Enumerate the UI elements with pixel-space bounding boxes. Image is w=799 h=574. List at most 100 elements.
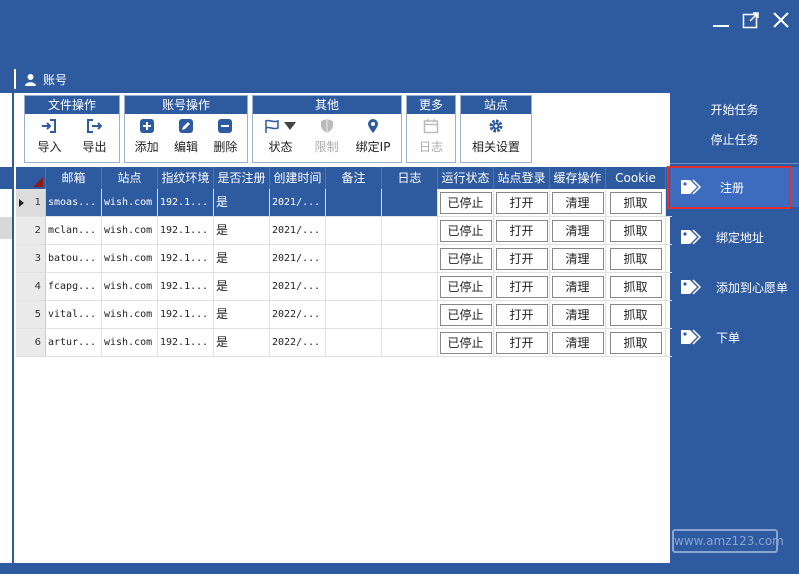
col-header-cache[interactable]: 缓存操作 xyxy=(550,167,606,189)
current-row-arrow-icon xyxy=(19,199,24,207)
col-header-registered[interactable]: 是否注册 xyxy=(214,167,270,189)
status-dropdown-button[interactable]: 状态 xyxy=(260,118,302,155)
cell-run-status: 已停止 xyxy=(438,329,494,356)
run-status-button[interactable]: 已停止 xyxy=(439,331,492,354)
grab-cookie-button[interactable]: 抓取 xyxy=(609,247,662,270)
task-sidebar: 开始任务 停止任务 注册 绑定地址 添加到心愿单 下单 xyxy=(670,93,799,563)
row-header[interactable]: 6 xyxy=(16,329,46,356)
table-row[interactable]: 2 mclan... wish.com 192.1... 是 2021/... … xyxy=(16,217,672,245)
export-button[interactable]: 导出 xyxy=(78,118,110,155)
col-header-site-login[interactable]: 站点登录 xyxy=(494,167,550,189)
cell-registered: 是 xyxy=(214,273,270,300)
cell-fingerprint: 192.1... xyxy=(158,329,214,356)
clear-cache-button[interactable]: 清理 xyxy=(551,219,604,242)
col-header-fingerprint[interactable]: 指纹环境 xyxy=(158,167,214,189)
edit-button[interactable]: 编辑 xyxy=(170,118,202,155)
cell-note xyxy=(326,189,382,216)
limit-label: 限制 xyxy=(314,140,339,154)
import-icon xyxy=(42,119,57,133)
col-header-note[interactable]: 备注 xyxy=(326,167,382,189)
sidebar-item-place-order[interactable]: 下单 xyxy=(670,317,799,357)
cell-fingerprint: 192.1... xyxy=(158,189,214,216)
toolbar: 文件操作 导入 导出 账号操作 添加 编辑 删除 其他 状态 限制 绑定IP 更… xyxy=(16,95,672,163)
open-site-button[interactable]: 打开 xyxy=(495,219,548,242)
grab-cookie-button[interactable]: 抓取 xyxy=(609,191,662,214)
start-task-button[interactable]: 开始任务 xyxy=(670,95,799,125)
cell-cookie: 抓取 xyxy=(606,301,666,328)
log-label: 日志 xyxy=(418,140,443,154)
open-site-button[interactable]: 打开 xyxy=(495,331,548,354)
grid-header: 邮箱 站点 指纹环境 是否注册 创建时间 备注 日志 运行状态 站点登录 缓存操… xyxy=(16,167,672,189)
grab-cookie-button[interactable]: 抓取 xyxy=(609,303,662,326)
clear-cache-button[interactable]: 清理 xyxy=(551,331,604,354)
clear-cache-button[interactable]: 清理 xyxy=(551,275,604,298)
table-row[interactable]: 5 vital... wish.com 192.1... 是 2022/... … xyxy=(16,301,672,329)
account-label: 账号 xyxy=(43,72,68,87)
limit-button[interactable]: 限制 xyxy=(311,118,343,155)
grab-cookie-button[interactable]: 抓取 xyxy=(609,331,662,354)
open-site-button[interactable]: 打开 xyxy=(495,275,548,298)
minus-icon xyxy=(218,119,233,133)
cell-site-login: 打开 xyxy=(494,329,550,356)
minimize-icon[interactable] xyxy=(711,10,731,30)
row-header[interactable]: 1 xyxy=(16,189,46,216)
log-button[interactable]: 日志 xyxy=(415,118,447,155)
cell-cookie: 抓取 xyxy=(606,217,666,244)
row-header[interactable]: 4 xyxy=(16,273,46,300)
clear-cache-button[interactable]: 清理 xyxy=(551,247,604,270)
clear-cache-button[interactable]: 清理 xyxy=(551,191,604,214)
stop-task-button[interactable]: 停止任务 xyxy=(670,125,799,155)
cell-cookie: 抓取 xyxy=(606,273,666,300)
add-button[interactable]: 添加 xyxy=(131,118,163,155)
grab-cookie-button[interactable]: 抓取 xyxy=(609,275,662,298)
open-site-button[interactable]: 打开 xyxy=(495,191,548,214)
sidebar-item-label: 下单 xyxy=(716,330,741,345)
bind-ip-button[interactable]: 绑定IP xyxy=(352,118,395,155)
cell-log xyxy=(382,273,438,300)
import-button[interactable]: 导入 xyxy=(33,118,65,155)
col-header-site[interactable]: 站点 xyxy=(102,167,158,189)
table-row[interactable]: 6 artur... wish.com 192.1... 是 2022/... … xyxy=(16,329,672,357)
run-status-button[interactable]: 已停止 xyxy=(439,219,492,242)
popout-icon[interactable] xyxy=(741,10,761,30)
sidebar-item-bind-address[interactable]: 绑定地址 xyxy=(670,217,799,257)
row-header[interactable]: 3 xyxy=(16,245,46,272)
table-row[interactable]: 3 batou... wish.com 192.1... 是 2021/... … xyxy=(16,245,672,273)
row-header[interactable]: 5 xyxy=(16,301,46,328)
run-status-button[interactable]: 已停止 xyxy=(439,247,492,270)
open-site-button[interactable]: 打开 xyxy=(495,247,548,270)
run-status-button[interactable]: 已停止 xyxy=(439,303,492,326)
table-row[interactable]: 1 smoas... wish.com 192.1... 是 2021/... … xyxy=(16,189,672,217)
cell-cache: 清理 xyxy=(550,329,606,356)
account-divider xyxy=(14,69,16,89)
col-header-run-status[interactable]: 运行状态 xyxy=(438,167,494,189)
close-icon[interactable] xyxy=(771,10,791,30)
grab-cookie-button[interactable]: 抓取 xyxy=(609,219,662,242)
run-status-button[interactable]: 已停止 xyxy=(439,191,492,214)
sidebar-item-add-to-wishlist[interactable]: 添加到心愿单 xyxy=(670,267,799,307)
cell-run-status: 已停止 xyxy=(438,245,494,272)
cell-created-time: 2022/... xyxy=(270,329,326,356)
col-header-created-time[interactable]: 创建时间 xyxy=(270,167,326,189)
cell-site-login: 打开 xyxy=(494,189,550,216)
cell-cookie: 抓取 xyxy=(606,329,666,356)
clear-cache-button[interactable]: 清理 xyxy=(551,303,604,326)
cell-email: smoas... xyxy=(46,189,102,216)
col-header-log[interactable]: 日志 xyxy=(382,167,438,189)
row-header[interactable]: 2 xyxy=(16,217,46,244)
group-title: 文件操作 xyxy=(25,96,119,114)
col-header-email[interactable]: 邮箱 xyxy=(46,167,102,189)
table-row[interactable]: 4 fcapg... wish.com 192.1... 是 2021/... … xyxy=(16,273,672,301)
corner-triangle-icon xyxy=(33,177,43,187)
col-header-cookie[interactable]: Cookie xyxy=(606,167,666,189)
delete-button[interactable]: 删除 xyxy=(209,118,241,155)
open-site-button[interactable]: 打开 xyxy=(495,303,548,326)
site-settings-button[interactable]: 相关设置 xyxy=(468,118,524,155)
cell-site-login: 打开 xyxy=(494,245,550,272)
select-all-corner[interactable] xyxy=(16,167,46,189)
tag-icon xyxy=(681,279,702,295)
run-status-button[interactable]: 已停止 xyxy=(439,275,492,298)
watermark: www.amz123.com xyxy=(672,529,784,553)
cell-created-time: 2021/... xyxy=(270,273,326,300)
cell-site: wish.com xyxy=(102,217,158,244)
